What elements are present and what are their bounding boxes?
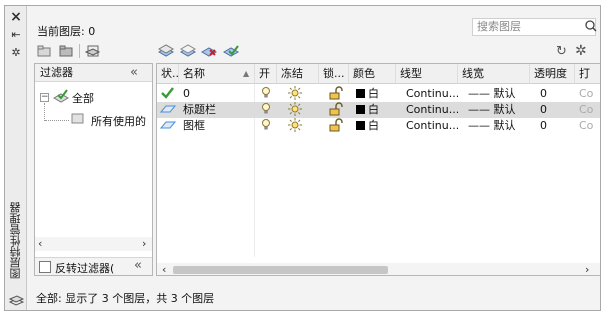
col-header-freeze[interactable]: 冻结	[277, 64, 319, 84]
plot-style-cell[interactable]: Co	[575, 86, 600, 102]
scroll-right-arrow-icon[interactable]: ›	[585, 263, 589, 275]
filter-horizontal-scrollbar[interactable]: ‹ ›	[35, 237, 152, 251]
lightbulb-icon[interactable]	[255, 86, 277, 102]
current-layer-label: 当前图层: 0	[37, 25, 96, 38]
sun-icon[interactable]	[277, 118, 319, 134]
linetype-cell[interactable]: Continu...	[396, 118, 458, 134]
collapse-filter-icon[interactable]: «	[130, 64, 138, 81]
color-name: 白	[368, 119, 379, 132]
invert-filter-checkbox[interactable]	[39, 261, 51, 273]
search-input[interactable]: 搜索图层	[472, 18, 596, 36]
color-cell[interactable]: 白	[349, 102, 396, 118]
color-cell[interactable]: 白	[349, 118, 396, 134]
layer-states-manager-icon[interactable]	[85, 44, 101, 58]
layer-name[interactable]: 标题栏	[179, 102, 255, 118]
sun-icon[interactable]	[277, 86, 319, 102]
gear-icon[interactable]: ✲	[575, 43, 587, 59]
tree-line	[45, 120, 69, 121]
color-cell[interactable]: 白	[349, 86, 396, 102]
color-name: 白	[368, 103, 379, 116]
col-header-plot[interactable]: 打	[575, 64, 600, 84]
unlock-icon[interactable]	[319, 118, 349, 134]
layer-list-grid: 状... 名称 ▲ 开 冻结 锁... 颜色 线型 线宽 透明度 打 0 白 Cont…	[156, 63, 600, 276]
lightbulb-icon[interactable]	[255, 102, 277, 118]
scroll-left-arrow-icon[interactable]: ‹	[162, 263, 166, 275]
table-row[interactable]: 0 白 Continu... —— 默认 0 Co	[157, 86, 600, 102]
refresh-icon[interactable]: ↻	[556, 44, 567, 59]
col-header-lock[interactable]: 锁...	[319, 64, 349, 84]
lineweight-cell[interactable]: —— 默认	[458, 86, 530, 102]
new-layer-vp-frozen-icon[interactable]	[180, 44, 196, 58]
lineweight-cell[interactable]: —— 默认	[458, 102, 530, 118]
color-swatch	[356, 105, 365, 114]
col-header-color[interactable]: 颜色	[349, 64, 396, 84]
color-swatch	[356, 121, 365, 130]
col-header-name[interactable]: 名称 ▲	[179, 64, 255, 84]
delete-layer-icon[interactable]	[201, 44, 217, 58]
current-layer-check-icon[interactable]	[157, 86, 179, 102]
col-header-on[interactable]: 开	[255, 64, 277, 84]
tree-node-all[interactable]: 全部	[72, 90, 94, 106]
color-name: 白	[368, 87, 379, 100]
lightbulb-icon[interactable]	[255, 118, 277, 134]
settings-icon[interactable]: ✲	[8, 46, 24, 60]
scroll-left-arrow-icon[interactable]: ‹	[38, 237, 42, 251]
used-layers-filter-icon	[71, 113, 84, 124]
unlock-icon[interactable]	[319, 86, 349, 102]
tree-node-used[interactable]: 所有使用的	[91, 113, 152, 129]
unlock-icon[interactable]	[319, 102, 349, 118]
toolbar-divider	[79, 44, 80, 58]
set-current-icon[interactable]	[223, 44, 239, 58]
grid-horizontal-scrollbar[interactable]: ‹ ›	[157, 263, 600, 275]
layer-name[interactable]: 0	[179, 86, 255, 102]
filter-header-label: 过滤器	[40, 66, 73, 79]
linetype-cell[interactable]: Continu...	[396, 102, 458, 118]
sun-icon[interactable]	[277, 102, 319, 118]
lineweight-cell[interactable]: —— 默认	[458, 118, 530, 134]
layer-icon[interactable]	[157, 102, 179, 118]
table-row[interactable]: 标题栏 白 Continu... —— 默认 0 Co	[157, 102, 600, 118]
palette-side-strip: × ⇤ ✲ 图层特性管理器	[5, 6, 27, 310]
collapse-filter-bottom-icon[interactable]: «	[134, 258, 142, 273]
palette-main: 当前图层: 0 搜索图层 ↻ ✲ 过滤器 « − 全部 所有使用的 ‹ › 反转…	[28, 6, 600, 310]
invert-filter-label: 反转过滤器(	[55, 262, 115, 275]
new-property-filter-icon[interactable]	[37, 44, 53, 58]
color-swatch	[356, 89, 365, 98]
search-icon[interactable]	[584, 18, 598, 34]
transparency-cell[interactable]: 0	[530, 118, 575, 134]
status-text: 全部: 显示了 3 个图层，共 3 个图层	[36, 292, 215, 305]
layers-icon[interactable]	[8, 292, 24, 306]
scroll-thumb[interactable]	[173, 266, 388, 274]
scroll-right-arrow-icon[interactable]: ›	[142, 237, 146, 251]
plot-style-cell[interactable]: Co	[575, 102, 600, 118]
close-icon[interactable]: ×	[8, 10, 24, 24]
table-row[interactable]: 图框 白 Continu... —— 默认 0 Co	[157, 118, 600, 134]
linetype-cell[interactable]: Continu...	[396, 86, 458, 102]
tree-line	[44, 103, 45, 121]
col-header-status[interactable]: 状...	[157, 64, 179, 84]
new-group-filter-icon[interactable]	[59, 44, 75, 58]
pin-icon[interactable]: ⇤	[8, 28, 24, 42]
transparency-cell[interactable]: 0	[530, 102, 575, 118]
tree-expand-icon[interactable]: −	[40, 93, 49, 102]
filter-pane-header: 过滤器 «	[35, 64, 152, 82]
all-layers-filter-icon	[53, 89, 69, 103]
sort-ascending-icon: ▲	[243, 69, 250, 78]
layer-name[interactable]: 图框	[179, 118, 255, 134]
layer-icon[interactable]	[157, 118, 179, 134]
layer-properties-palette: × ⇤ ✲ 图层特性管理器 当前图层: 0 搜索图层 ↻ ✲ 过滤器 « − 全…	[4, 5, 601, 311]
transparency-cell[interactable]: 0	[530, 86, 575, 102]
filter-tree-pane: 过滤器 « − 全部 所有使用的 ‹ › 反转过滤器(	[34, 63, 153, 276]
col-header-transparency[interactable]: 透明度	[530, 64, 575, 84]
plot-style-cell[interactable]: Co	[575, 118, 600, 134]
col-header-lineweight[interactable]: 线宽	[458, 64, 530, 84]
palette-title: 图层特性管理器	[9, 202, 22, 279]
col-header-name-label: 名称	[183, 67, 205, 80]
new-layer-icon[interactable]	[158, 44, 174, 58]
col-header-linetype[interactable]: 线型	[396, 64, 458, 84]
